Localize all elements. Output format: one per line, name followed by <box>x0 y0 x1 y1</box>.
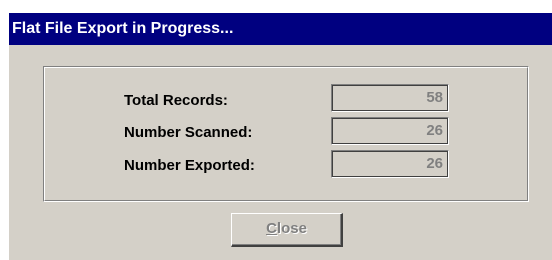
number-exported-label: Number Exported: <box>124 157 255 174</box>
export-progress-dialog: Flat File Export in Progress... Total Re… <box>8 12 552 260</box>
number-scanned-field: 26 <box>331 117 449 145</box>
close-button[interactable]: Close <box>231 213 343 247</box>
close-label-rest: lose <box>276 220 307 237</box>
total-records-label: Total Records: <box>124 92 228 109</box>
close-mnemonic: C <box>266 220 277 237</box>
number-exported-field: 26 <box>331 150 449 178</box>
stats-group-frame <box>44 67 528 201</box>
number-scanned-label: Number Scanned: <box>124 124 253 141</box>
total-records-field: 58 <box>331 84 449 112</box>
stats-group-box <box>43 66 529 202</box>
dialog-title: Flat File Export in Progress... <box>9 13 552 45</box>
